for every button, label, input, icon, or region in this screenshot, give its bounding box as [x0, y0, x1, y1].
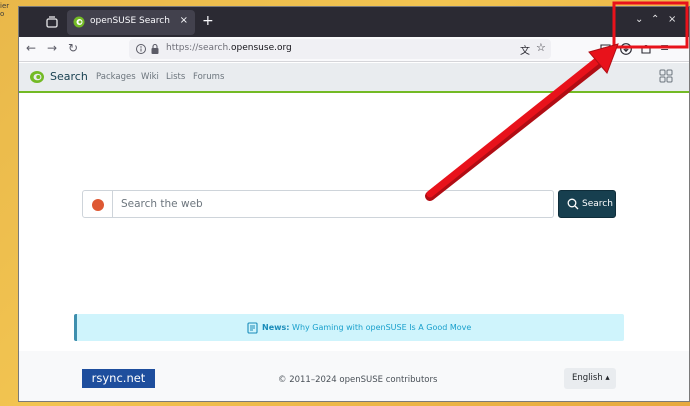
- duckduckgo-icon: [92, 199, 104, 211]
- url-prefix: https://search.: [166, 43, 232, 53]
- browser-window: openSUSE Search × + ⌄ ⌃ × ← → ↻ https://…: [18, 6, 690, 402]
- site-footer: rsync.net © 2011–2024 openSUSE contribut…: [19, 351, 689, 401]
- opensuse-favicon-icon: [73, 16, 85, 28]
- tab-close-icon[interactable]: ×: [180, 15, 188, 26]
- desktop-text-line: ier: [0, 2, 10, 10]
- tab-list-icon[interactable]: [44, 14, 60, 30]
- desktop-text-line: o: [0, 10, 5, 18]
- maximize-button[interactable]: ⌃: [651, 14, 659, 25]
- copyright-text: © 2011–2024 openSUSE contributors: [278, 375, 438, 385]
- tab-title: openSUSE Search: [90, 16, 170, 26]
- desktop-corner-text: ier o: [0, 2, 9, 18]
- search-engine-selector[interactable]: [82, 190, 113, 218]
- web-page: Search Packages Wiki Lists Forums Search…: [19, 63, 689, 401]
- back-button[interactable]: ←: [26, 41, 36, 55]
- browser-navbar: ← → ↻ https://search.opensuse.org 文 ☆ ≡: [19, 37, 689, 62]
- lock-icon[interactable]: [150, 43, 160, 55]
- url-bar[interactable]: https://search.opensuse.org 文 ☆: [129, 39, 551, 59]
- site-info-icon[interactable]: [135, 43, 147, 55]
- search-group: [82, 190, 554, 218]
- nav-link-forums[interactable]: Forums: [193, 72, 224, 82]
- url-domain: opensuse.org: [231, 43, 292, 53]
- url-text: https://search.opensuse.org: [166, 43, 292, 53]
- close-window-button[interactable]: ×: [668, 14, 676, 25]
- newspaper-icon: [247, 322, 258, 334]
- extensions-icon[interactable]: [640, 43, 652, 55]
- apps-grid-icon[interactable]: [659, 69, 673, 83]
- downloads-icon[interactable]: [620, 43, 632, 55]
- news-text[interactable]: News: Why Gaming with openSUSE Is A Good…: [262, 323, 471, 332]
- news-link[interactable]: Why Gaming with openSUSE Is A Good Move: [292, 323, 471, 332]
- brand-title[interactable]: Search: [50, 70, 88, 83]
- news-banner: News: Why Gaming with openSUSE Is A Good…: [74, 314, 624, 341]
- site-header: Search Packages Wiki Lists Forums: [19, 63, 689, 93]
- rsync-sponsor-logo[interactable]: rsync.net: [82, 369, 155, 388]
- language-selector[interactable]: English ▴: [564, 368, 616, 389]
- search-input[interactable]: [113, 190, 554, 218]
- tab-opensuse-search[interactable]: openSUSE Search ×: [67, 10, 195, 35]
- opensuse-logo-icon[interactable]: [29, 70, 45, 84]
- news-label: News:: [262, 323, 290, 332]
- bookmark-star-icon[interactable]: ☆: [536, 41, 546, 54]
- pocket-icon[interactable]: [600, 43, 611, 54]
- reload-button[interactable]: ↻: [68, 41, 78, 55]
- nav-link-wiki[interactable]: Wiki: [141, 72, 159, 82]
- new-tab-button[interactable]: +: [202, 13, 214, 29]
- tab-strip: openSUSE Search × + ⌄ ⌃ ×: [19, 7, 689, 37]
- translate-icon[interactable]: 文: [520, 42, 530, 57]
- forward-button[interactable]: →: [47, 41, 57, 55]
- nav-link-packages[interactable]: Packages: [96, 72, 136, 82]
- search-button[interactable]: Search: [558, 190, 616, 218]
- search-icon: [567, 198, 579, 210]
- search-button-label: Search: [582, 199, 613, 209]
- nav-link-lists[interactable]: Lists: [166, 72, 185, 82]
- minimize-button[interactable]: ⌄: [635, 14, 643, 25]
- menu-icon[interactable]: ≡: [660, 41, 669, 54]
